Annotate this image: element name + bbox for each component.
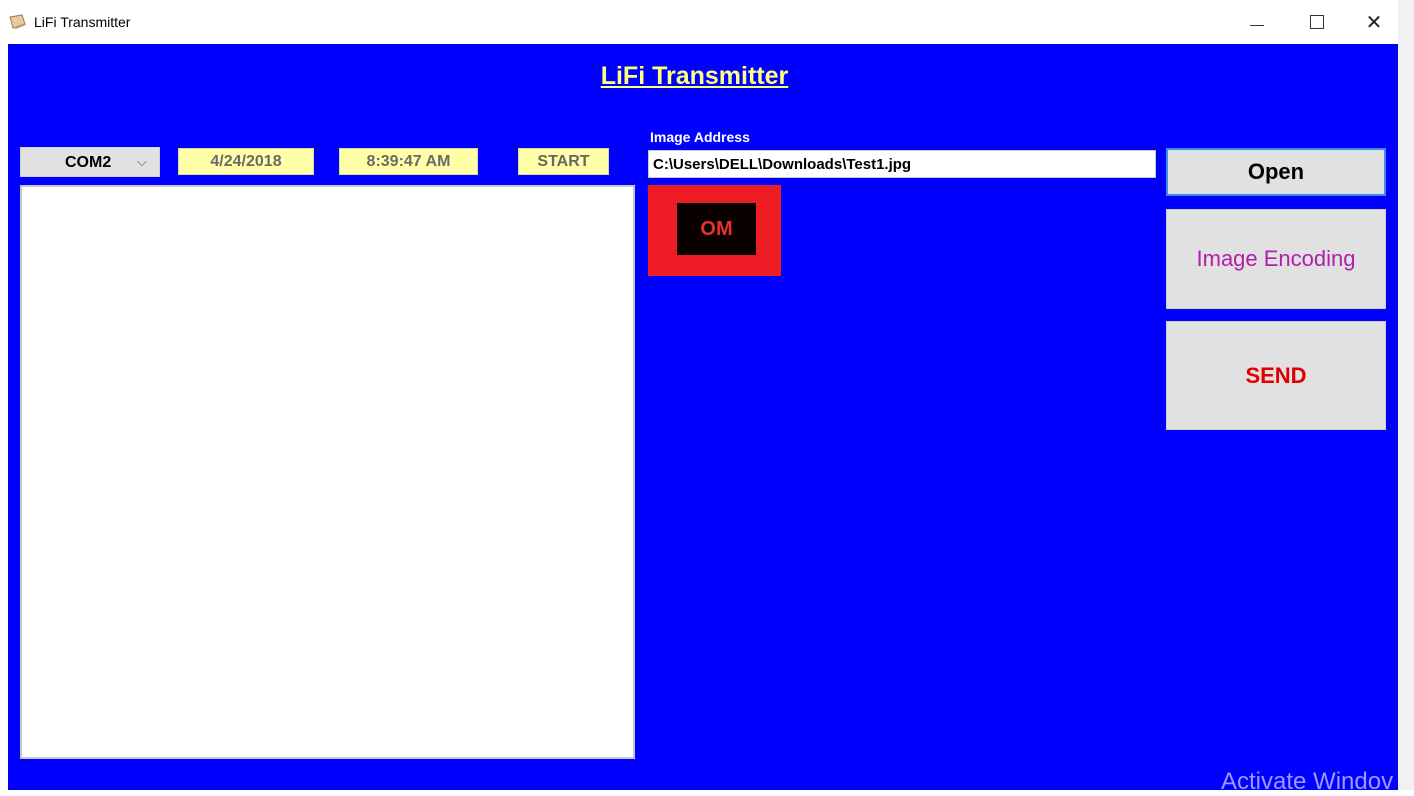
image-encoding-button[interactable]: Image Encoding: [1166, 209, 1386, 309]
minimize-button[interactable]: [1233, 6, 1281, 38]
activate-windows-watermark: Activate Windov: [1221, 768, 1394, 795]
chevron-down-icon[interactable]: ⌵: [137, 154, 147, 170]
maximize-icon: [1310, 15, 1324, 29]
date-field: 4/24/2018: [178, 148, 314, 175]
maximize-button[interactable]: [1293, 6, 1341, 38]
send-button[interactable]: SEND: [1166, 321, 1386, 430]
close-icon: ✕: [1365, 11, 1383, 34]
minimize-icon: [1250, 24, 1264, 26]
window-right-edge: [1398, 0, 1414, 790]
app-heading: LiFi Transmitter: [600, 62, 789, 90]
image-address-input[interactable]: [648, 150, 1156, 178]
com-port-select[interactable]: COM2 ⌵: [20, 147, 160, 177]
com-port-value: COM2: [65, 154, 112, 171]
log-textarea[interactable]: [20, 185, 635, 759]
scroll-icon: [9, 14, 26, 29]
image-address-label: Image Address: [650, 129, 750, 145]
close-button[interactable]: ✕: [1350, 6, 1398, 38]
status-text: OM: [677, 203, 756, 255]
main-form: LiFi Transmitter COM2 ⌵ 4/24/2018 8:39:4…: [8, 44, 1398, 795]
window-titlebar: LiFi Transmitter ✕: [0, 0, 1414, 44]
window-title: LiFi Transmitter: [34, 14, 131, 30]
status-indicator: OM: [648, 185, 781, 276]
time-field: 8:39:47 AM: [339, 148, 478, 175]
open-button[interactable]: Open: [1166, 148, 1386, 196]
start-button[interactable]: START: [518, 148, 609, 175]
